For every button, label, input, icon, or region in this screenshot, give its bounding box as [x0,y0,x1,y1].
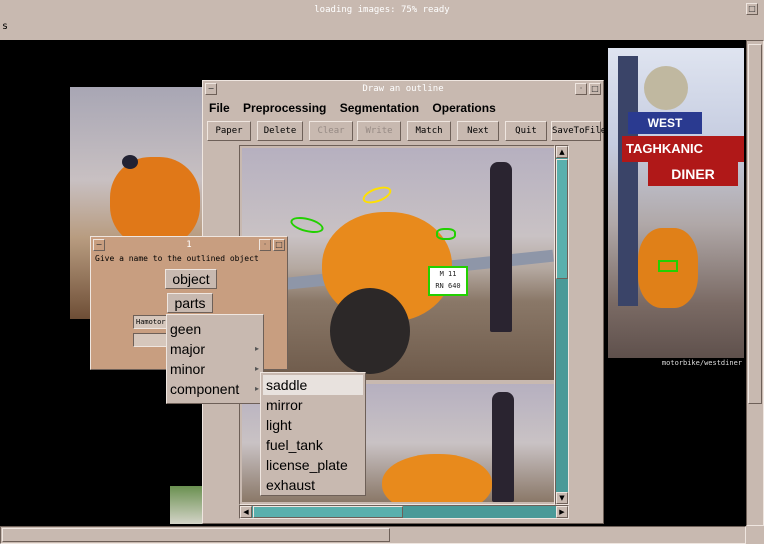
outer-vertical-scroll-thumb[interactable] [748,44,762,404]
next-button[interactable]: Next [457,121,499,141]
diner-photo: WEST TAGHKANIC DINER motorbike/westdiner [608,48,744,368]
component-license-plate[interactable]: license_plate [263,455,363,475]
component-saddle[interactable]: saddle [263,375,363,395]
plate-line-2: RN 640 [435,282,461,290]
dialog-menu-icon[interactable]: − [93,239,105,251]
main-window-titlebar[interactable]: Draw an outline [203,81,603,97]
viewport-scroll-down-icon[interactable]: ▼ [556,492,568,504]
light-outline [436,228,456,240]
parts-menu-geen[interactable]: geen [167,319,263,339]
clear-button[interactable]: Clear [309,121,353,141]
sign-ornament [644,66,688,110]
mirror-outline-yellow [360,183,394,207]
menu-file[interactable]: File [209,101,230,115]
match-button[interactable]: Match [407,121,451,141]
component-exhaust[interactable]: exhaust [263,475,363,495]
dialog-minimize-icon[interactable]: · [259,239,271,251]
bike-body-shape-2 [382,454,492,502]
main-toolbar: Paper Delete Clear Write Match Next Quit… [207,121,606,141]
dialog-titlebar[interactable]: 1 [91,237,287,253]
main-window-menu-icon[interactable]: − [205,83,217,95]
status-title: loading images: 75% ready [314,5,450,15]
chevron-right-icon: ▸ [254,384,259,393]
sign-diner: DINER [648,162,738,186]
main-window-minimize-icon[interactable]: · [575,83,587,95]
viewport-horizontal-thumb[interactable] [253,506,403,518]
rear-wheel-shape [330,288,410,374]
license-plate-outline: M 11 RN 640 [428,266,468,296]
chevron-right-icon: ▸ [254,344,259,353]
thumbnail-photo [170,486,204,524]
mirror-outline-green [288,214,326,236]
save-to-file-button[interactable]: SaveToFile [551,121,606,141]
main-menubar: File Preprocessing Segmentation Operatio… [209,99,496,117]
component-submenu: saddle mirror light fuel_tank license_pl… [260,372,366,496]
outer-horizontal-scroll-thumb[interactable] [2,528,390,542]
person-silhouette [490,162,512,332]
object-button[interactable]: object [165,269,217,289]
parts-button[interactable]: parts [167,293,213,313]
component-mirror[interactable]: mirror [263,395,363,415]
photo-main-motorbike[interactable]: M 11 RN 640 [242,148,554,380]
chevron-right-icon: ▸ [254,364,259,373]
status-titlebar: loading images: 75% ready [0,0,764,20]
viewport-scroll-left-icon[interactable]: ◀ [240,506,252,518]
menu-segmentation[interactable]: Segmentation [340,101,419,115]
mirror-shape [122,155,138,169]
person-silhouette-2 [492,392,514,502]
dialog-title: 1 [186,240,192,250]
menu-operations[interactable]: Operations [432,101,495,115]
dialog-prompt: Give a name to the outlined object [95,254,259,263]
plate-line-1: M 11 [439,270,457,278]
diner-caption: motorbike/westdiner [608,358,744,368]
main-window-title: Draw an outline [362,84,444,94]
write-button[interactable]: Write [357,121,401,141]
status-indicator: s [2,21,9,32]
viewport-scroll-right-icon[interactable]: ▶ [556,506,568,518]
component-light[interactable]: light [263,415,363,435]
dialog-maximize-icon[interactable]: □ [273,239,285,251]
parts-menu-component[interactable]: component ▸ [167,379,263,399]
bike-fairing-shape [110,157,200,247]
sign-taghkanic: TAGHKANIC [622,136,744,162]
quit-button[interactable]: Quit [505,121,547,141]
component-fuel-tank[interactable]: fuel_tank [263,435,363,455]
viewport-scroll-up-icon[interactable]: ▲ [556,146,568,158]
main-window-maximize-icon[interactable]: □ [589,83,601,95]
parts-menu-minor[interactable]: minor ▸ [167,359,263,379]
plate-outline [658,260,678,272]
delete-button[interactable]: Delete [257,121,303,141]
menu-preprocessing[interactable]: Preprocessing [243,101,326,115]
paper-button[interactable]: Paper [207,121,251,141]
status-close-button[interactable]: □ [746,3,758,15]
parts-menu-major[interactable]: major ▸ [167,339,263,359]
viewport-vertical-thumb[interactable] [556,159,568,279]
parts-menu: geen major ▸ minor ▸ component ▸ [166,314,264,404]
sign-west: WEST [628,112,702,134]
sign-post [618,56,638,306]
